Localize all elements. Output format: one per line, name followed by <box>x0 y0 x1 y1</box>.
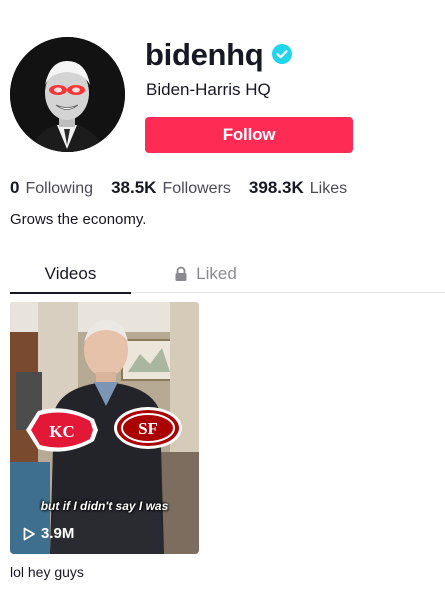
stat-value: 0 <box>10 178 20 197</box>
svg-text:SF: SF <box>138 419 158 438</box>
video-thumbnail[interactable]: KC SF but if I didn't say I was 3.9M <box>10 302 199 554</box>
view-count: 3.9M <box>41 525 75 542</box>
stat-value: 398.3K <box>248 178 304 197</box>
stat-likes: 398.3K Likes <box>249 178 347 198</box>
lock-icon <box>175 266 187 281</box>
niners-logo: SF <box>114 407 182 449</box>
tab-videos[interactable]: Videos <box>10 255 131 293</box>
video-overlay-text: but if I didn't say I was <box>40 499 169 513</box>
stat-value: 38.5K <box>111 178 157 197</box>
profile-stats: 0 Following 38.5K Followers 398.3K Likes <box>10 178 365 198</box>
tab-videos-label: Videos <box>44 264 97 283</box>
video-thumbnail-image: KC SF <box>10 302 199 554</box>
video-view-count: 3.9M <box>22 525 74 542</box>
stat-label: Followers <box>162 180 231 197</box>
stat-label: Likes <box>309 180 348 197</box>
profile-bio: Grows the economy. <box>10 211 147 228</box>
stat-followers[interactable]: 38.5K Followers <box>111 178 231 198</box>
display-name: Biden-Harris HQ <box>146 80 271 99</box>
follow-button[interactable]: Follow <box>145 117 353 153</box>
profile-tabs: Videos Liked <box>10 255 445 294</box>
username-row: bidenhq <box>145 36 293 72</box>
tab-liked[interactable]: Liked <box>150 255 260 293</box>
stat-following[interactable]: 0 Following <box>10 178 93 198</box>
stat-label: Following <box>25 180 94 197</box>
username: bidenhq <box>145 36 264 72</box>
tab-liked-label: Liked <box>196 264 237 283</box>
svg-text:KC: KC <box>49 422 75 441</box>
video-title[interactable]: lol hey guys <box>10 564 84 580</box>
active-tab-indicator <box>10 292 131 294</box>
avatar-image <box>10 37 125 152</box>
verified-badge-icon <box>272 44 293 64</box>
play-icon <box>23 527 35 540</box>
profile-avatar[interactable] <box>10 37 125 152</box>
